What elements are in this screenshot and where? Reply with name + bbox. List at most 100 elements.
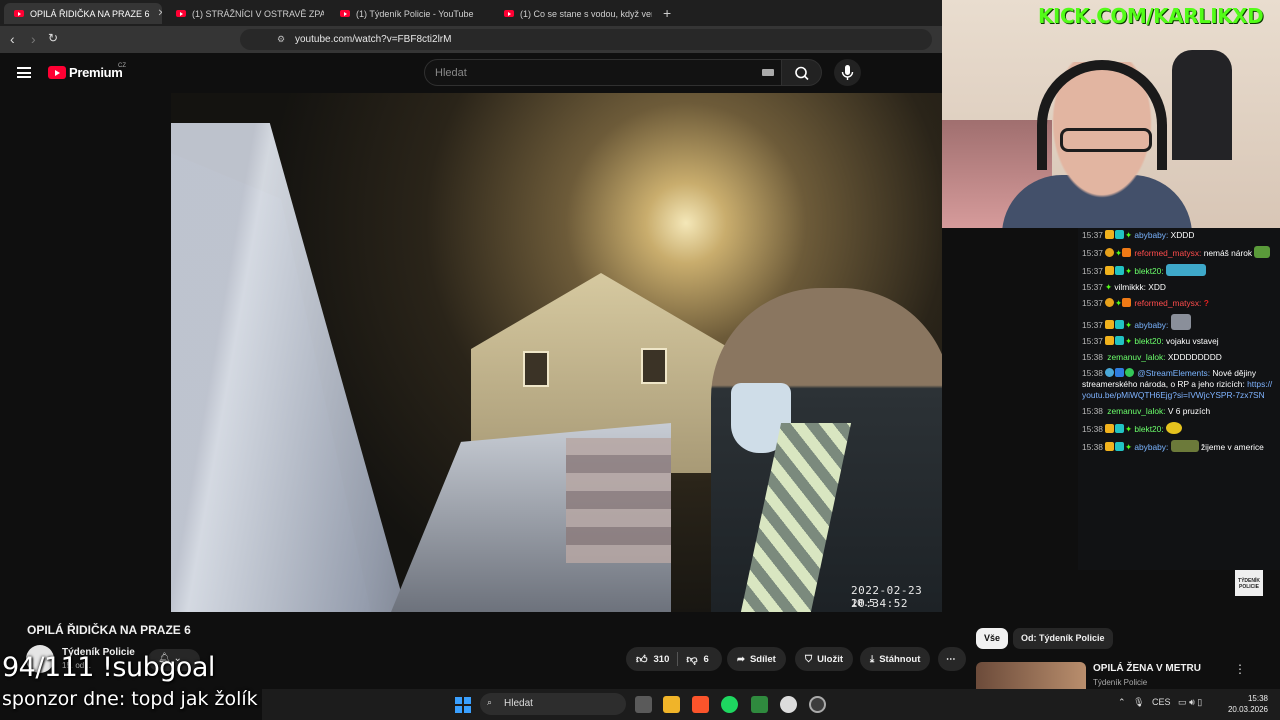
verified-badge-icon — [1124, 368, 1134, 377]
chat-username: @StreamElements: — [1137, 368, 1211, 378]
youtube-masthead: Premium CZ Hledat — [0, 53, 942, 93]
forward-icon[interactable]: › — [31, 31, 36, 47]
app-icon[interactable] — [751, 696, 768, 713]
taskbar-search-label: Hledat — [504, 698, 533, 709]
more-actions-button[interactable]: ⋯ — [938, 647, 966, 671]
chat-username: abybaby: — [1134, 230, 1169, 240]
more-vertical-icon[interactable]: ⋮ — [1234, 662, 1246, 676]
recommended-title[interactable]: OPILÁ ŽENA V METRU — [1093, 663, 1201, 674]
sparkle-icon: ✦ — [1124, 266, 1132, 276]
file-explorer-icon[interactable] — [663, 696, 680, 713]
spotify-icon[interactable] — [721, 696, 738, 713]
tab-title: OPILÁ ŘIDIČKA NA PRAZE 6 — [30, 8, 150, 19]
youtube-favicon-icon — [176, 10, 186, 17]
browser-toolbar: ‹ › ↻ ☐ ⚙ youtube.com/watch?v=FBF8cti2lr… — [0, 26, 942, 53]
taskbar-search[interactable]: ⌕ Hledat — [480, 693, 626, 715]
clock-date: 20.03.2026 — [1227, 705, 1268, 714]
address-bar[interactable]: ⚙ youtube.com/watch?v=FBF8cti2lrM — [240, 29, 932, 50]
badge-icon — [1122, 298, 1131, 307]
battery-icon[interactable]: ▯ — [1197, 697, 1202, 707]
app-icon[interactable] — [780, 696, 797, 713]
sparkle-icon: ✦ — [1124, 320, 1132, 330]
badge-icon — [1104, 298, 1114, 307]
microphone-icon — [841, 65, 854, 80]
kick-channel-text: KICK.COM/KARLIKXD — [1038, 4, 1264, 28]
url-text: youtube.com/watch?v=FBF8cti2lrM — [295, 34, 452, 45]
chat-time: 15:37 — [1082, 336, 1103, 346]
youtube-logo-icon[interactable] — [48, 66, 66, 79]
recommended-thumbnail[interactable] — [976, 662, 1086, 692]
download-button[interactable]: ⤓ Stáhnout — [860, 647, 931, 671]
badge-icon — [1104, 424, 1114, 433]
chat-text: žijeme v americe — [1200, 442, 1264, 452]
back-icon[interactable]: ‹ — [10, 31, 15, 47]
badge-icon — [1114, 336, 1124, 345]
network-icon[interactable]: ▭ — [1178, 697, 1187, 707]
sparkle-icon: ✦ — [1124, 424, 1132, 434]
browser-tab-active[interactable]: OPILÁ ŘIDIČKA NA PRAZE 6 ✕ — [4, 3, 162, 24]
language-indicator[interactable]: CES — [1152, 697, 1171, 707]
sparkle-icon: ✦ — [1124, 442, 1132, 452]
search-icon: ⌕ — [487, 697, 493, 707]
chat-time: 15:38 — [1082, 406, 1103, 416]
chat-message: 15:38 ✦ abybaby: žijeme v americe — [1082, 440, 1276, 453]
download-icon: ⤓ — [870, 653, 875, 665]
chat-username: blekt20: — [1134, 266, 1164, 276]
divider — [677, 652, 679, 666]
badge-icon — [1114, 230, 1124, 239]
chip-from-channel[interactable]: Od: Týdeník Policie — [1013, 628, 1113, 649]
save-button[interactable]: ⛉ Uložit — [795, 647, 853, 671]
search-button[interactable] — [782, 59, 822, 86]
chat-time: 15:38 — [1082, 368, 1103, 378]
channel-watermark[interactable]: TÝDENÍK POLICIE — [1235, 570, 1263, 596]
chat-text: XDDD — [1170, 230, 1195, 240]
chat-text: vojaku vstavej — [1166, 336, 1219, 346]
voice-search-button[interactable] — [834, 59, 861, 86]
dislike-button[interactable]: 👎︎ 6 — [686, 653, 708, 666]
browser-tab[interactable]: (1) Týdeník Policie - YouTube — [330, 3, 488, 24]
badge-icon — [1122, 248, 1131, 257]
chevron-up-icon[interactable]: ⌃ — [1118, 697, 1126, 707]
menu-icon[interactable] — [17, 67, 31, 78]
chat-message: 15:37 ✦ abybaby: — [1082, 314, 1276, 331]
sparkle-icon: ✦ — [1114, 298, 1122, 308]
microphone-icon[interactable]: 🎙︎ — [1133, 697, 1144, 707]
chip-all[interactable]: Vše — [976, 628, 1009, 649]
brave-browser-icon[interactable] — [692, 696, 709, 713]
browser-tab[interactable]: (1) Co se stane s vodou, když venku z — [494, 3, 652, 24]
chat-message: 15:37 ✦ reformed_matysx: nemáš nárok — [1082, 246, 1276, 259]
like-button[interactable]: 👍︎ 310 — [636, 653, 669, 666]
badge-icon — [1104, 320, 1114, 329]
chat-username: reformed_matysx: — [1134, 298, 1202, 308]
chat-message: 15:37 ✦ vilmikkk: XDD — [1082, 282, 1276, 293]
new-tab-button[interactable]: + — [663, 5, 671, 21]
emote-icon — [1170, 314, 1191, 330]
youtube-brand: Premium — [69, 65, 123, 80]
chat-message: 15:38 zemanuv_lalok: XDDDDDDDD — [1082, 352, 1276, 363]
close-tab-icon[interactable]: ✕ — [158, 8, 162, 19]
search-input[interactable]: Hledat — [424, 59, 782, 86]
site-info-icon[interactable]: ⚙ — [277, 34, 285, 45]
chat-time: 15:37 — [1082, 248, 1103, 258]
recommended-channel[interactable]: Týdeník Policie — [1093, 678, 1147, 687]
reload-icon[interactable]: ↻ — [48, 31, 58, 45]
clock-time: 15:38 — [1247, 694, 1268, 703]
dislike-count: 6 — [703, 653, 709, 665]
sparkle-icon: ✦ — [1124, 230, 1132, 240]
bodycam-code: 10.5 — [851, 598, 876, 609]
obs-icon[interactable] — [809, 696, 826, 713]
badge-icon — [1104, 442, 1114, 451]
task-view-icon[interactable] — [635, 696, 652, 713]
download-label: Stáhnout — [879, 653, 921, 665]
windows-start-icon[interactable] — [455, 697, 471, 713]
sparkle-icon: ✦ — [1114, 248, 1122, 258]
volume-icon[interactable]: 🔊︎ — [1189, 697, 1195, 707]
video-player[interactable]: 2022-02-23 20:34:52 B8A44F2EC8A4 10.5 — [171, 93, 942, 612]
taskbar-clock[interactable]: 15:38 20.03.2026 — [1226, 693, 1268, 715]
keyboard-icon[interactable] — [762, 69, 774, 76]
browser-tab[interactable]: (1) STRÁŽNÍCI V OSTRAVĚ ZPACIFIK — [166, 3, 324, 24]
chat-time: 15:37 — [1082, 230, 1103, 240]
share-button[interactable]: ➦ Sdílet — [727, 647, 786, 671]
video-title: OPILÁ ŘIDIČKA NA PRAZE 6 — [27, 623, 191, 637]
chat-username: zemanuv_lalok: — [1107, 406, 1166, 416]
